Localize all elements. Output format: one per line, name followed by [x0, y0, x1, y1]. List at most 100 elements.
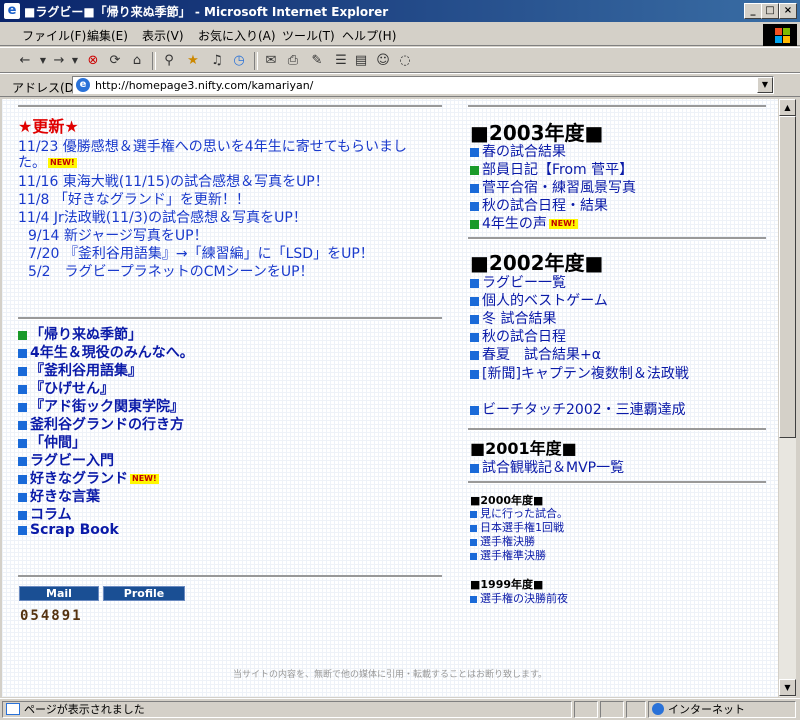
menu-view[interactable]: 表示(V): [142, 27, 184, 44]
year-2002-link[interactable]: 秋の試合日程: [470, 326, 566, 346]
year-2002-link[interactable]: ビーチタッチ2002・三連覇達成: [470, 399, 686, 419]
nav-link-label[interactable]: ラグビー入門: [30, 453, 114, 469]
maximize-button[interactable]: □: [761, 3, 779, 19]
scroll-up-icon[interactable]: ▲: [779, 99, 796, 116]
nav-link[interactable]: 好きな言葉: [18, 486, 100, 506]
year-2003-link[interactable]: 春の試合結果: [470, 141, 566, 161]
update-item-cont[interactable]: た。 NEW!: [18, 152, 77, 172]
mail-button[interactable]: Mail: [19, 586, 99, 601]
year-2003-link[interactable]: 菅平合宿・練習風景写真: [470, 177, 636, 197]
nav-link-label[interactable]: 好きな言葉: [30, 489, 100, 505]
minimize-button[interactable]: _: [744, 3, 762, 19]
year-2002-link[interactable]: 個人的ベストゲーム: [470, 290, 608, 310]
nav-link[interactable]: 釜利谷グランドの行き方: [18, 414, 184, 434]
menu-favorites[interactable]: お気に入り(A): [198, 27, 276, 44]
link-label[interactable]: ビーチタッチ2002・三連覇達成: [482, 402, 686, 418]
link-label[interactable]: 冬 試合結果: [482, 311, 556, 327]
refresh-icon[interactable]: ⟳: [106, 52, 124, 70]
comment-icon[interactable]: ◌: [396, 52, 414, 70]
link-label[interactable]: 部員日記【From 菅平】: [482, 162, 633, 178]
title-bar[interactable]: e ■ラグビー■「帰り来ぬ季節」 - Microsoft Internet Ex…: [0, 0, 800, 22]
year-2002-link[interactable]: 冬 試合結果: [470, 308, 556, 328]
nav-link[interactable]: 『釜利谷用語集』: [18, 360, 142, 380]
year-2002-link[interactable]: [新聞]キャプテン複数制＆法政戦: [470, 363, 689, 383]
forward-dropdown-icon[interactable]: ▼: [66, 52, 84, 70]
nav-link-label[interactable]: 『ひげせん』: [30, 381, 114, 397]
link-label[interactable]: 菅平合宿・練習風景写真: [482, 180, 636, 196]
nav-link-label[interactable]: 「帰り来ぬ季節」: [30, 327, 142, 343]
year-2003-link[interactable]: 4年生の声 NEW!: [470, 213, 578, 233]
nav-link-label[interactable]: 釜利谷グランドの行き方: [30, 417, 184, 433]
nav-link-label[interactable]: 好きなグランド: [30, 471, 128, 487]
nav-link[interactable]: コラム: [18, 504, 72, 524]
link-label[interactable]: ラグビー一覧: [482, 275, 566, 291]
link-label[interactable]: 個人的ベストゲーム: [482, 293, 608, 309]
nav-link-label[interactable]: コラム: [30, 507, 72, 523]
favorites-icon[interactable]: ★: [184, 52, 202, 70]
scroll-down-icon[interactable]: ▼: [779, 679, 796, 696]
menu-edit[interactable]: 編集(E): [87, 27, 128, 44]
update-item[interactable]: 7/20 『釜利谷用語集』→「練習編」に「LSD」をUP！: [28, 243, 374, 263]
update-item[interactable]: 11/16 東海大戦(11/15)の試合感想＆写真をUP！: [18, 171, 329, 191]
update-item[interactable]: 5/2 ラグビープラネットのCMシーンをUP！: [28, 261, 314, 281]
blue-square-icon: [470, 201, 479, 211]
nav-link[interactable]: ラグビー入門: [18, 450, 114, 470]
update-item-text[interactable]: た。: [18, 155, 46, 171]
menu-help[interactable]: ヘルプ(H): [342, 27, 396, 44]
print-icon[interactable]: ⎙: [284, 52, 302, 70]
year-2003-link[interactable]: 秋の試合日程・結果: [470, 195, 608, 215]
stop-icon[interactable]: ⊗: [84, 52, 102, 70]
mail-icon[interactable]: ✉: [262, 52, 280, 70]
link-label[interactable]: 春夏 試合結果+α: [482, 347, 601, 363]
nav-link[interactable]: 好きなグランド NEW!: [18, 468, 159, 488]
year-2001-link[interactable]: 試合観戦記＆MVP一覧: [470, 457, 624, 477]
year-2000-link[interactable]: 選手権準決勝: [470, 547, 546, 563]
close-button[interactable]: ×: [779, 3, 797, 19]
nav-link-label[interactable]: 『釜利谷用語集』: [30, 363, 142, 379]
address-dropdown-icon[interactable]: ▼: [757, 77, 773, 93]
messenger-icon[interactable]: ☺: [374, 52, 392, 70]
profile-button[interactable]: Profile: [103, 586, 185, 601]
link-label[interactable]: 選手権準決勝: [480, 549, 546, 562]
year-2003-link[interactable]: 部員日記【From 菅平】: [470, 159, 633, 179]
discuss-icon[interactable]: ☰: [332, 52, 350, 70]
scroll-thumb[interactable]: [779, 116, 796, 438]
media-icon[interactable]: ♫: [208, 52, 226, 70]
year-1999-link[interactable]: 選手権の決勝前夜: [470, 590, 568, 606]
home-icon[interactable]: ⌂: [128, 52, 146, 70]
nav-link[interactable]: 『ひげせん』: [18, 378, 114, 398]
nav-link-label[interactable]: 『アド街ック関東学院』: [30, 399, 184, 415]
nav-link-label[interactable]: 4年生＆現役のみんなへ。: [30, 345, 194, 361]
link-label[interactable]: 選手権の決勝前夜: [480, 592, 568, 605]
blue-square-icon: [18, 492, 27, 502]
edit-icon[interactable]: ✎: [308, 52, 326, 70]
link-label[interactable]: [新聞]キャプテン複数制＆法政戦: [482, 366, 689, 382]
nav-link[interactable]: 「帰り来ぬ季節」: [18, 324, 142, 344]
search-icon[interactable]: ⚲: [160, 52, 178, 70]
link-label[interactable]: 秋の試合日程: [482, 329, 566, 345]
update-item[interactable]: 11/4 Jr法政戦(11/3)の試合感想＆写真をUP！: [18, 207, 307, 227]
nav-link-label[interactable]: 「仲間」: [30, 435, 86, 451]
link-label[interactable]: 試合観戦記＆MVP一覧: [482, 460, 624, 476]
update-item[interactable]: 11/8 「好きなグランド」を更新！！: [18, 189, 250, 209]
year-2002-link[interactable]: ラグビー一覧: [470, 272, 566, 292]
nav-link-label[interactable]: Scrap Book: [30, 522, 119, 538]
address-input[interactable]: e http://homepage3.nifty.com/kamariyan/ …: [72, 76, 774, 94]
vertical-scrollbar[interactable]: ▲ ▼: [778, 99, 796, 697]
menu-tools[interactable]: ツール(T): [282, 27, 335, 44]
menu-file[interactable]: ファイル(F): [22, 27, 86, 44]
research-icon[interactable]: ▤: [352, 52, 370, 70]
link-label[interactable]: 春の試合結果: [482, 144, 566, 160]
nav-link[interactable]: 『アド街ック関東学院』: [18, 396, 184, 416]
year-2002-link[interactable]: 春夏 試合結果+α: [470, 344, 601, 364]
link-label[interactable]: 4年生の声: [482, 216, 547, 232]
nav-link[interactable]: 「仲間」: [18, 432, 86, 452]
link-label[interactable]: 秋の試合日程・結果: [482, 198, 608, 214]
history-icon[interactable]: ◷: [230, 52, 248, 70]
nav-link[interactable]: 4年生＆現役のみんなへ。: [18, 342, 194, 362]
nav-link[interactable]: Scrap Book: [18, 522, 119, 538]
update-item[interactable]: 9/14 新ジャージ写真をUP！: [28, 225, 208, 245]
blue-square-icon: [18, 510, 27, 520]
address-url[interactable]: http://homepage3.nifty.com/kamariyan/: [95, 79, 313, 92]
back-icon[interactable]: ←: [16, 52, 34, 70]
